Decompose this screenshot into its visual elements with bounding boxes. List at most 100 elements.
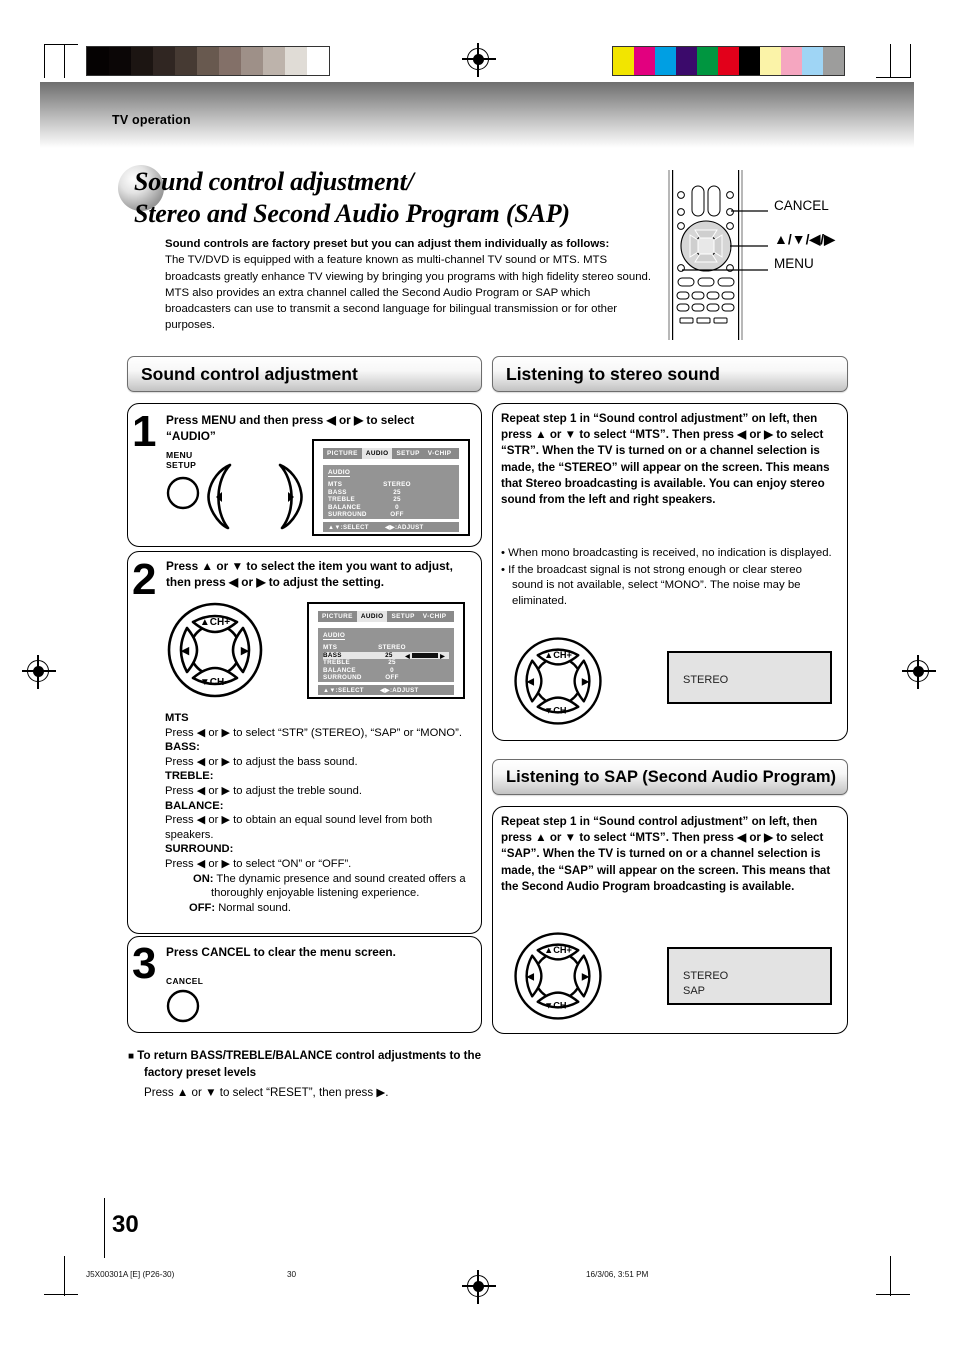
osd-row-bass-step1[interactable]: BASS 25 [328,489,454,497]
reset-note-heading: To return BASS/TREBLE/BALANCE control ad… [137,1049,482,1079]
setup-label: SETUP [166,460,197,470]
osd-row-value: 25 [388,659,396,667]
desc-term-surround: SURROUND: [165,843,234,856]
osd-row-balance-step1[interactable]: BALANCE 0 [328,504,454,512]
dpad-icon: ▲CH+ ▼CH− ◀ ▶ [167,602,263,698]
osd-row-mts-step1[interactable]: MTS STEREO [328,481,454,489]
osd-tab-vchip[interactable]: V-CHIP [419,611,451,622]
osd-row-label: SURROUND [328,511,367,519]
dpad-step2[interactable]: ▲CH+ ▼CH− ◀ ▶ [163,598,267,707]
osd-row-treble-step2[interactable]: TREBLE 25 [323,659,449,667]
desc-body-surround: Press ◀ or ▶ to select “ON” or “OFF”. [165,857,352,870]
remote-callout-cancel: CANCEL [774,198,829,213]
osd-footer-step2: ▲▼:SELECT ◀▶:ADJUST [318,685,454,695]
color-swatch [823,47,844,75]
osd-footer-adjust: ◀▶:ADJUST [380,686,419,694]
desc-term-balance: BALANCE: [165,799,224,812]
step-2-text: Press ▲ or ▼ to select the item you want… [166,559,453,589]
dpad-stereo[interactable]: ▲CH+ ▼CH− ◀ ▶ [510,633,606,734]
grayscale-calibration-bar [86,46,330,76]
gray-swatch [153,47,175,75]
osd-body-step2: AUDIO MTS STEREO BASS 25 ◀ ▶ TREBLE 25 B… [318,628,454,689]
osd-row-label: TREBLE [323,659,350,667]
osd-menu-step2: PICTURE AUDIO SETUP V-CHIP AUDIO MTS STE… [307,602,465,699]
cancel-button-label: CANCEL [166,976,204,986]
osd-row-mts-step2[interactable]: MTS STEREO [323,644,449,652]
desc-body-treble: Press ◀ or ▶ to adjust the treble sound. [165,784,362,797]
crop-mark-tl-v [44,44,46,78]
left-arrow-key-icon[interactable] [200,462,242,537]
step-3-text: Press CANCEL to clear the menu screen. [166,945,396,959]
stereo-bullet-2: • If the broadcast signal is not strong … [501,563,802,607]
remote-callout-arrows: ▲/▼/◀/▶ [774,231,835,247]
tv-display-sap-line2: SAP [683,984,706,997]
dpad-icon: ▲CH+ ▼CH− ◀ ▶ [514,637,602,725]
osd-adjust-slider[interactable]: ◀ ▶ [405,652,449,660]
page-title: Sound control adjustment/ Stereo and Sec… [134,166,694,230]
section-header-sap-label: Listening to SAP (Second Audio Program) [506,767,837,786]
osd-tabs-step2: PICTURE AUDIO SETUP V-CHIP [318,611,454,622]
svg-text:▶: ▶ [241,645,250,657]
sap-body-text: Repeat step 1 in “Sound control adjustme… [501,814,839,895]
intro-lead: Sound controls are factory preset but yo… [165,238,610,250]
osd-row-bass-step2-selected[interactable]: BASS 25 ◀ ▶ [323,651,449,660]
color-swatch [781,47,802,75]
osd-tab-setup[interactable]: SETUP [392,448,423,459]
osd-footer-adjust: ◀▶:ADJUST [385,523,424,531]
gray-swatch [307,47,329,75]
osd-row-treble-step1[interactable]: TREBLE 25 [328,496,454,504]
desc-surround-on: ON: The dynamic presence and sound creat… [165,872,483,901]
dpad-icon: ▲CH+ ▼CH− ◀ ▶ [514,932,602,1020]
registration-mark-bottom [462,1270,496,1304]
gray-swatch [87,47,109,75]
osd-row-value: OFF [385,674,399,682]
svg-text:◀: ◀ [526,972,534,983]
osd-row-label: BALANCE [328,503,361,511]
dpad-sap[interactable]: ▲CH+ ▼CH− ◀ ▶ [510,928,606,1029]
registration-mark-left [22,655,56,689]
stereo-body: Repeat step 1 in “Sound control adjustme… [501,412,830,507]
osd-tab-audio[interactable]: AUDIO [356,611,388,622]
osd-tab-setup[interactable]: SETUP [387,611,418,622]
osd-tab-picture[interactable]: PICTURE [323,448,362,459]
registration-mark-top [462,43,496,77]
cancel-button-icon[interactable] [165,988,205,1033]
desc-surround-off-label: OFF: [189,901,216,914]
osd-row-value: 25 [393,496,401,504]
intro-paragraph-1: The TV/DVD is equipped with a feature kn… [165,254,652,283]
osd-row-surround-step2[interactable]: SURROUND OFF [323,674,449,682]
osd-tabs-step1: PICTURE AUDIO SETUP V-CHIP [323,448,459,459]
svg-text:▼CH−: ▼CH− [544,1000,572,1010]
osd-row-balance-step2[interactable]: BALANCE 0 [323,667,449,675]
step-2-number: 2 [132,555,157,604]
osd-row-surround-step1[interactable]: SURROUND OFF [328,511,454,519]
gray-swatch [285,47,307,75]
remote-callout-menu: MENU [774,256,814,271]
crop-mark-tr2-v [910,44,912,78]
remote-control-illustration: CANCEL ▲/▼/◀/▶ MENU [660,168,950,358]
osd-footer-step1: ▲▼:SELECT ◀▶:ADJUST [323,522,459,532]
svg-text:◀: ◀ [181,645,190,657]
osd-tab-audio[interactable]: AUDIO [361,448,393,459]
menu-setup-button-icon[interactable] [165,475,205,520]
desc-surround-off: OFF: Normal sound. [165,901,483,916]
bullet-square-icon: ■ [128,1051,135,1062]
desc-surround-on-label: ON: [193,872,214,885]
osd-tab-picture[interactable]: PICTURE [318,611,357,622]
right-arrow-key-icon[interactable] [268,462,310,537]
intro-paragraph-2: MTS also provides an extra channel calle… [165,286,618,332]
osd-tab-vchip[interactable]: V-CHIP [424,448,456,459]
gray-swatch [241,47,263,75]
step-1-number: 1 [132,407,157,456]
osd-row-value: STEREO [383,481,411,489]
stereo-bullet-1-text: When mono broadcasting is received, no i… [508,547,832,559]
svg-text:▼CH−: ▼CH− [544,705,572,715]
tv-display-sap: STEREO SAP [667,947,832,1005]
svg-text:▼CH−: ▼CH− [200,677,230,688]
reset-note: ■ To return BASS/TREBLE/BALANCE control … [128,1048,488,1101]
section-header-sound-control-label: Sound control adjustment [141,363,358,384]
reset-note-heading-wrap: ■ To return BASS/TREBLE/BALANCE control … [128,1048,488,1080]
stereo-bullets: • When mono broadcasting is received, no… [501,546,835,610]
tv-display-stereo: STEREO [667,651,832,704]
step-3-number: 3 [132,939,157,988]
